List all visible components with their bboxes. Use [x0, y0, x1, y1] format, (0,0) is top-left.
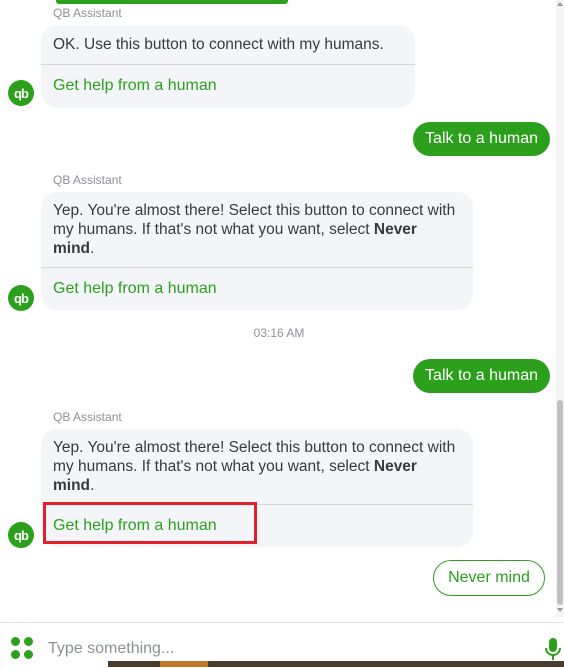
- message-text: Yep. You're almost there! Select this bu…: [53, 202, 456, 257]
- qb-avatar-icon: qb: [8, 285, 34, 311]
- qb-avatar-icon: qb: [8, 522, 34, 548]
- message-text: OK. Use this button to connect with my h…: [53, 36, 384, 53]
- apps-grid-icon[interactable]: [11, 637, 33, 659]
- highlight-box: [43, 502, 257, 544]
- user-message-talk-to-human: Talk to a human: [413, 122, 550, 156]
- scroll-up-arrow-icon[interactable]: [557, 2, 563, 6]
- message-text: Yep. You're almost there! Select this bu…: [53, 439, 456, 494]
- background-strip: [108, 661, 564, 667]
- assistant-message: Yep. You're almost there! Select this bu…: [41, 192, 473, 310]
- scrollbar-thumb[interactable]: [557, 400, 563, 605]
- assistant-message: OK. Use this button to connect with my h…: [41, 25, 415, 108]
- sender-label: QB Assistant: [53, 6, 122, 20]
- qb-avatar-icon: qb: [8, 80, 34, 106]
- scroll-down-arrow-icon[interactable]: [557, 608, 563, 612]
- get-help-button[interactable]: Get help from a human: [41, 65, 415, 108]
- microphone-icon[interactable]: [543, 637, 563, 661]
- progress-bar: [56, 0, 288, 4]
- timestamp: 03:16 AM: [253, 326, 305, 340]
- never-mind-button[interactable]: Never mind: [433, 560, 545, 596]
- user-message-talk-to-human: Talk to a human: [413, 359, 550, 393]
- message-input[interactable]: [46, 635, 530, 663]
- sender-label: QB Assistant: [53, 410, 122, 424]
- get-help-button[interactable]: Get help from a human: [41, 268, 473, 310]
- scrollbar[interactable]: [556, 0, 564, 617]
- sender-label: QB Assistant: [53, 173, 122, 187]
